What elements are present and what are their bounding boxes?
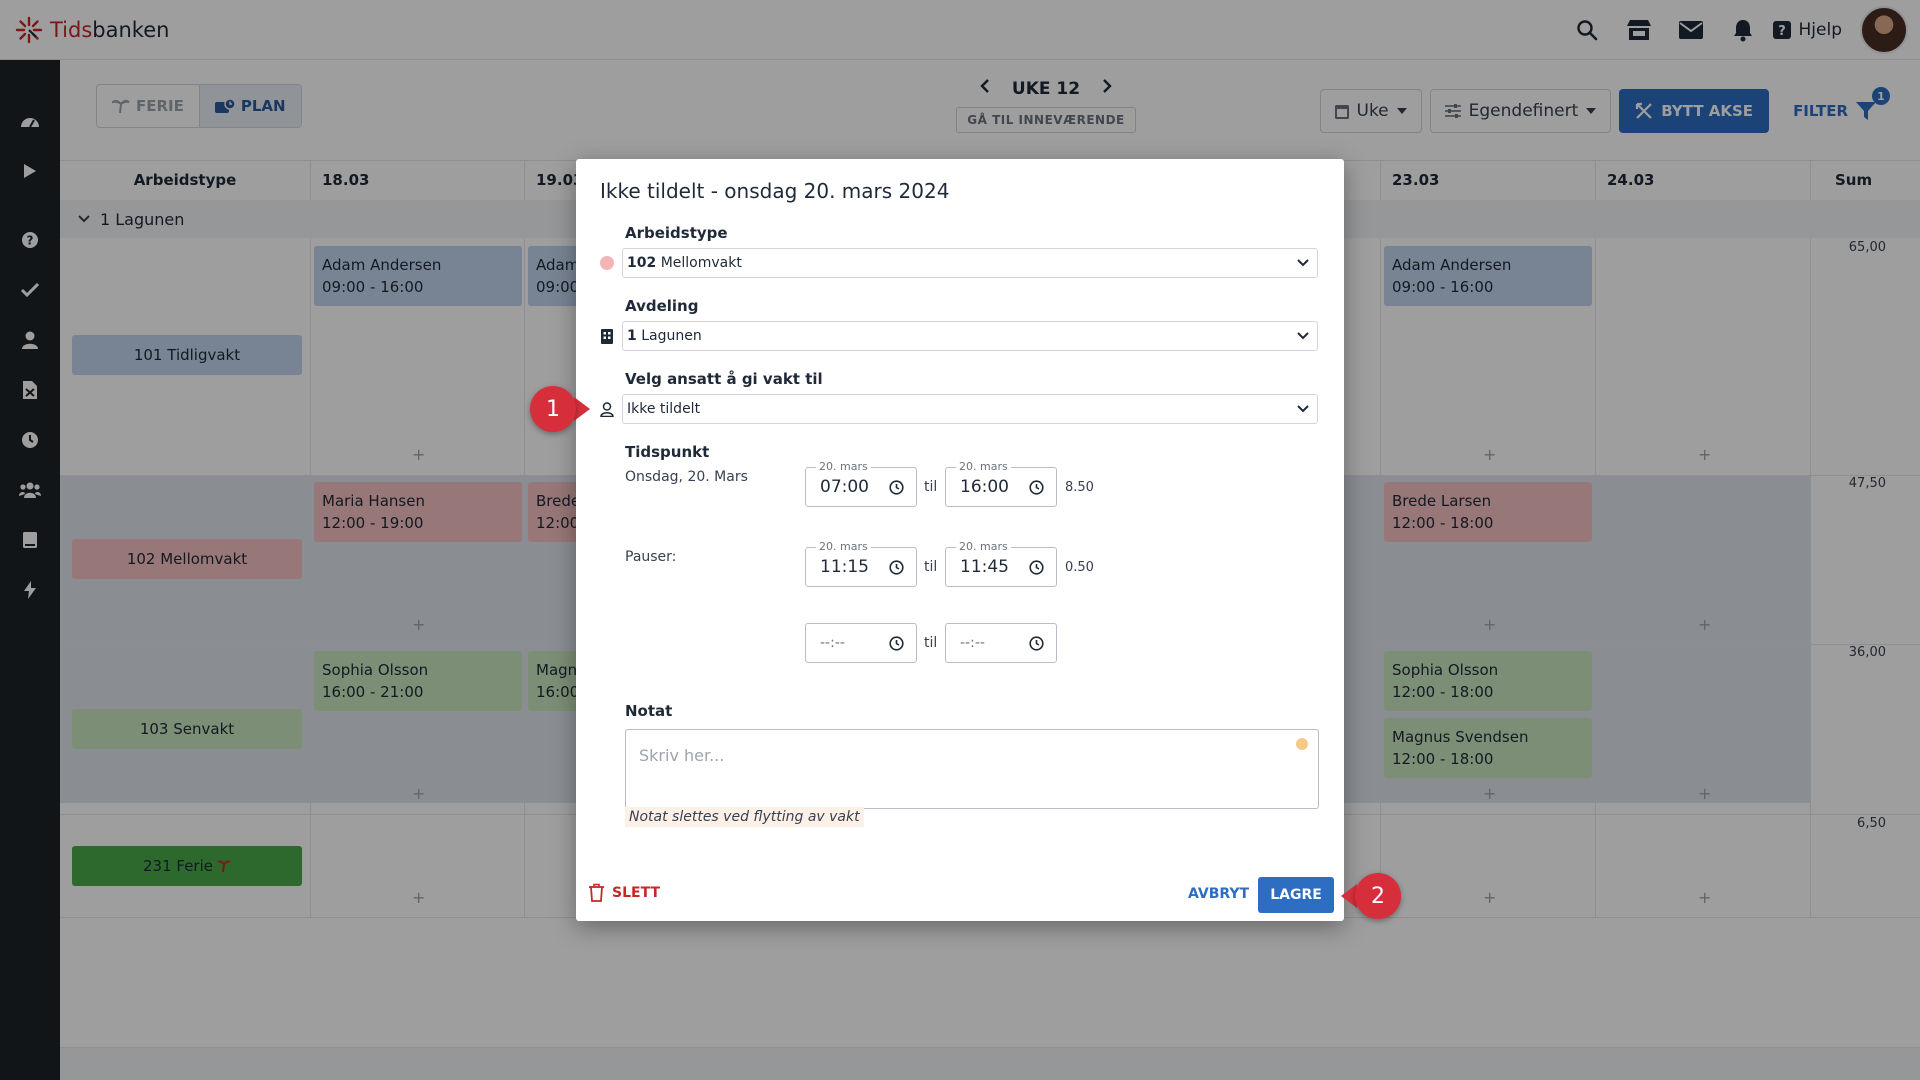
- end-time-input[interactable]: 20. mars 16:00: [945, 460, 1057, 507]
- dialog-title: Ikke tildelt - onsdag 20. mars 2024: [600, 179, 950, 203]
- extra-break-start-input[interactable]: --:--: [805, 623, 917, 663]
- time-label: Tidspunkt: [625, 443, 710, 461]
- extra-break-end-input[interactable]: --:--: [945, 623, 1057, 663]
- til-label: til: [924, 635, 938, 651]
- til-label: til: [924, 559, 938, 575]
- save-button[interactable]: LAGRE: [1258, 877, 1334, 913]
- chevron-down-icon: [1297, 405, 1309, 413]
- clock-icon: [889, 480, 904, 495]
- employee-select[interactable]: Ikke tildelt: [622, 394, 1318, 424]
- department-select[interactable]: 1 Lagunen: [622, 321, 1318, 351]
- breaks-label: Pauser:: [625, 549, 677, 565]
- time-date-text: Onsdag, 20. Mars: [625, 469, 748, 485]
- worktype-select[interactable]: 102 Mellomvakt: [622, 248, 1318, 278]
- clock-icon: [889, 636, 904, 651]
- worktype-color-dot: [599, 255, 615, 271]
- chevron-down-icon: [1297, 332, 1309, 340]
- cancel-button[interactable]: AVBRYT: [1188, 886, 1249, 902]
- clock-icon: [1029, 636, 1044, 651]
- break-start-input[interactable]: 20. mars 11:15: [805, 540, 917, 587]
- start-time-input[interactable]: 20. mars 07:00: [805, 460, 917, 507]
- note-textarea[interactable]: Skriv her...: [625, 729, 1319, 809]
- til-label: til: [924, 479, 938, 495]
- building-icon: [599, 328, 615, 344]
- callout-marker-2: 2: [1355, 873, 1401, 919]
- shift-hours: 8.50: [1065, 480, 1094, 495]
- delete-button[interactable]: SLETT: [588, 883, 660, 902]
- emoji-icon[interactable]: [1296, 738, 1308, 750]
- break-end-input[interactable]: 20. mars 11:45: [945, 540, 1057, 587]
- user-outline-icon: [599, 401, 615, 417]
- callout-marker-1: 1: [530, 386, 576, 432]
- shift-edit-dialog: Ikke tildelt - onsdag 20. mars 2024 Arbe…: [576, 159, 1344, 921]
- clock-icon: [1029, 480, 1044, 495]
- worktype-label: Arbeidstype: [625, 224, 728, 242]
- trash-icon: [589, 883, 604, 902]
- employee-label: Velg ansatt å gi vakt til: [625, 370, 823, 388]
- note-label: Notat: [625, 702, 673, 720]
- note-warning: Notat slettes ved flytting av vakt: [625, 807, 864, 827]
- chevron-down-icon: [1297, 259, 1309, 267]
- callout-pointer: [574, 397, 590, 421]
- clock-icon: [889, 560, 904, 575]
- clock-icon: [1029, 560, 1044, 575]
- department-label: Avdeling: [625, 297, 699, 315]
- break-hours: 0.50: [1065, 560, 1094, 575]
